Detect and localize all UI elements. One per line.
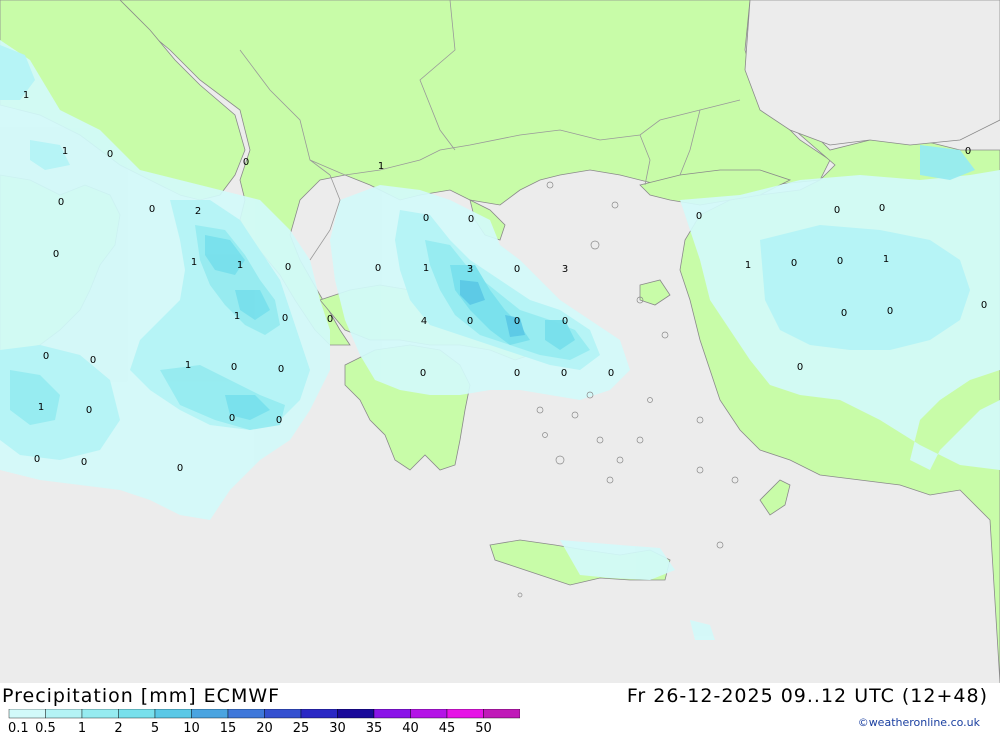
legend-label: 0.5 [35, 721, 56, 733]
value-label: 0 [90, 355, 96, 366]
value-label: 0 [34, 454, 40, 465]
map-title: Precipitation [mm] ECMWF [2, 685, 281, 707]
legend-label: 25 [293, 721, 310, 733]
legend-swatch [410, 709, 448, 719]
legend-label: 10 [183, 721, 200, 733]
value-label: 0 [514, 316, 520, 327]
value-label: 0 [278, 364, 284, 375]
value-label: 0 [43, 351, 49, 362]
value-label: 0 [797, 362, 803, 373]
value-label: 0 [965, 146, 971, 157]
legend-swatch [8, 709, 46, 719]
value-label: 1 [423, 263, 429, 274]
value-label: 0 [107, 149, 113, 160]
value-label: 0 [231, 362, 237, 373]
color-legend: 0.1 0.5 1 2 5 10 15 20 25 30 35 40 45 50 [8, 709, 520, 733]
footer-bar: Precipitation [mm] ECMWF Fr 26-12-2025 0… [0, 683, 1000, 733]
value-label: 0 [81, 457, 87, 468]
legend-label: 5 [151, 721, 159, 733]
legend-swatch [45, 709, 83, 719]
legend-swatch [300, 709, 338, 719]
legend-label: 40 [402, 721, 419, 733]
legend-swatch [264, 709, 302, 719]
legend-label: 0.1 [8, 721, 29, 733]
black-sea [744, 0, 1000, 146]
legend-swatch [118, 709, 156, 719]
value-label: 1 [23, 90, 29, 101]
value-label: 0 [468, 214, 474, 225]
value-label: 0 [423, 213, 429, 224]
value-label: 0 [285, 262, 291, 273]
value-label: 0 [514, 368, 520, 379]
value-label: 0 [58, 197, 64, 208]
value-label: 1 [378, 161, 384, 172]
value-label: 1 [38, 402, 44, 413]
value-label: 0 [229, 413, 235, 424]
value-label: 0 [149, 204, 155, 215]
legend-swatch [154, 709, 192, 719]
value-label: 0 [243, 157, 249, 168]
value-label: 0 [514, 264, 520, 275]
credit-link[interactable]: ©weatheronline.co.uk [858, 716, 980, 729]
value-label: 3 [562, 264, 568, 275]
value-label: 1 [237, 260, 243, 271]
legend-swatch [227, 709, 265, 719]
value-label: 0 [608, 368, 614, 379]
valid-time: Fr 26-12-2025 09..12 UTC (12+48) [626, 685, 988, 707]
legend-label: 35 [366, 721, 383, 733]
value-label: 3 [467, 264, 473, 275]
value-label: 1 [234, 311, 240, 322]
value-label: 0 [276, 415, 282, 426]
value-label: 0 [375, 263, 381, 274]
legend-label: 1 [78, 721, 86, 733]
legend-label: 20 [256, 721, 273, 733]
legend-swatch [373, 709, 411, 719]
precipitation-map[interactable]: 1 1 0 0 0 2 0 1 1 0 1 0 0 0 0 1 0 0 1 0 0 0 0 0 0 0 1 0 3 0 0 1 0 3 4 0 0 0 0 0… [0, 0, 1000, 683]
value-label: 0 [981, 300, 987, 311]
legend-swatch [81, 709, 119, 719]
legend-label: 15 [220, 721, 237, 733]
legend-swatch [337, 709, 375, 719]
value-label: 0 [887, 306, 893, 317]
value-label: 1 [883, 254, 889, 265]
value-label: 0 [879, 203, 885, 214]
value-label: 0 [696, 211, 702, 222]
legend-label: 45 [439, 721, 456, 733]
value-label: 1 [185, 360, 191, 371]
value-label: 1 [191, 257, 197, 268]
legend-swatch [191, 709, 229, 719]
value-label: 0 [562, 316, 568, 327]
value-label: 0 [282, 313, 288, 324]
legend-swatch [446, 709, 484, 719]
value-label: 0 [327, 314, 333, 325]
value-label: 0 [86, 405, 92, 416]
value-label: 0 [834, 205, 840, 216]
value-label: 0 [420, 368, 426, 379]
value-label: 2 [195, 206, 201, 217]
value-label: 0 [561, 368, 567, 379]
value-label: 1 [62, 146, 68, 157]
legend-swatch [483, 709, 520, 719]
legend-label: 2 [114, 721, 122, 733]
value-label: 0 [837, 256, 843, 267]
value-label: 0 [177, 463, 183, 474]
value-label: 0 [467, 316, 473, 327]
value-label: 0 [791, 258, 797, 269]
value-label: 0 [841, 308, 847, 319]
value-label: 4 [421, 316, 427, 327]
value-label: 0 [53, 249, 59, 260]
value-label: 1 [745, 260, 751, 271]
legend-label: 50 [475, 721, 492, 733]
legend-label: 30 [329, 721, 346, 733]
